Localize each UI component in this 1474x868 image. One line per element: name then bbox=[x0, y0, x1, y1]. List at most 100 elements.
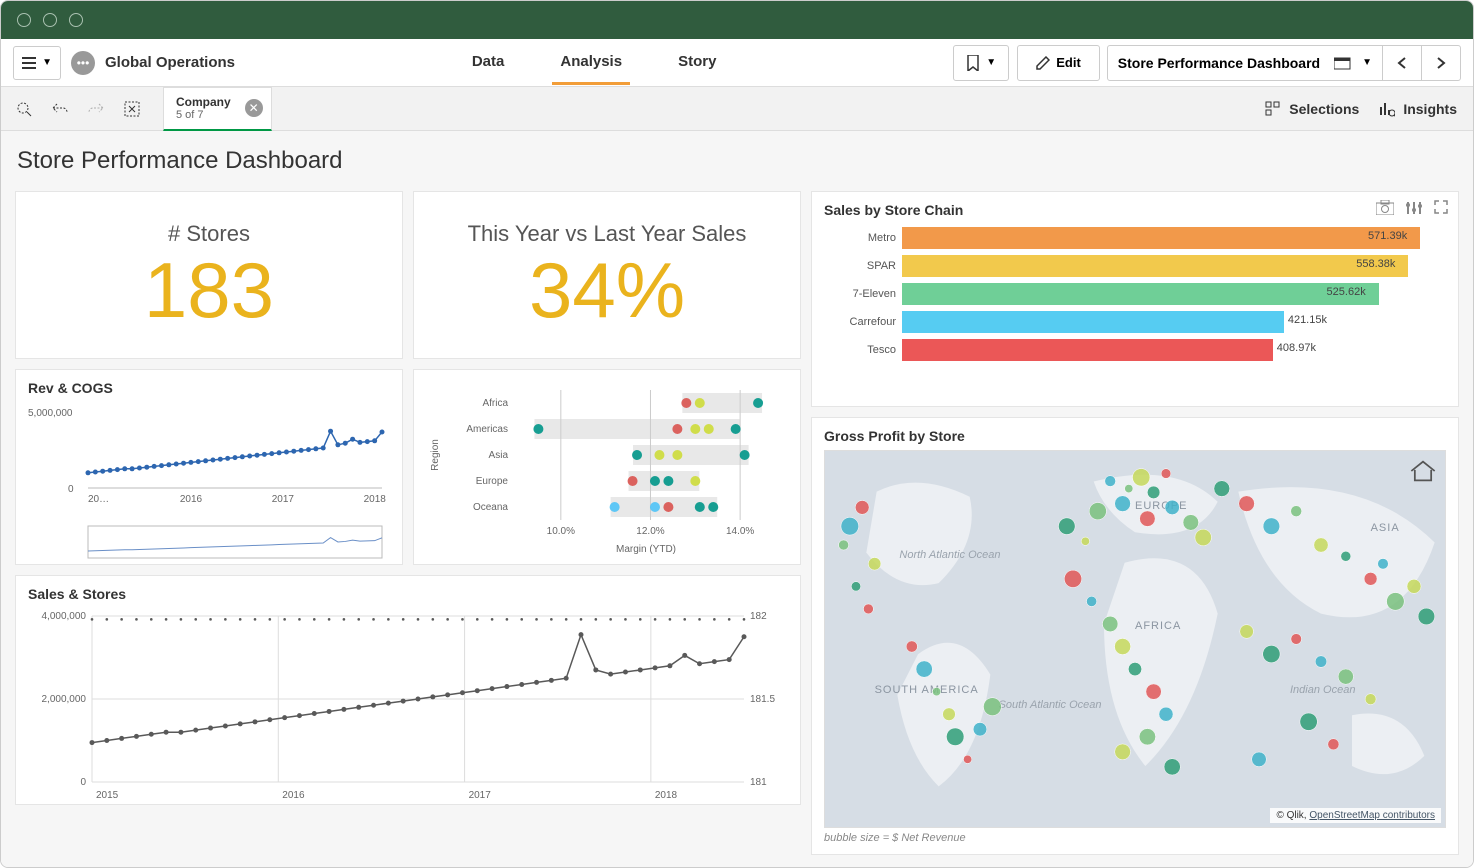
chain-bar-value: 525.62k bbox=[1327, 286, 1366, 298]
insights-button[interactable]: Insights bbox=[1379, 101, 1457, 117]
chain-bar-row[interactable]: 7-Eleven 525.62k bbox=[824, 280, 1446, 308]
selection-bar: Company 5 of 7 ✕ Selections Insights bbox=[1, 87, 1473, 131]
selections-label: Selections bbox=[1289, 101, 1359, 117]
sales-stores-chart: 2015201620172018 02,000,0004,000,000 181… bbox=[28, 608, 788, 804]
clear-selection-icon bbox=[123, 100, 141, 118]
selection-tab-close[interactable]: ✕ bbox=[245, 99, 263, 117]
nav-analysis[interactable]: Analysis bbox=[552, 41, 630, 85]
smart-search-button[interactable] bbox=[9, 94, 39, 124]
selections-tool-button[interactable]: Selections bbox=[1265, 101, 1359, 117]
chain-bar-row[interactable]: SPAR 558.38k bbox=[824, 252, 1446, 280]
step-back-button[interactable] bbox=[45, 94, 75, 124]
svg-text:Asia: Asia bbox=[489, 450, 509, 461]
svg-text:14.0%: 14.0% bbox=[726, 526, 754, 537]
gross-profit-map-card[interactable]: Gross Profit by Store EUROPE AFRICA A bbox=[811, 417, 1459, 855]
sheet-prev-button[interactable] bbox=[1382, 45, 1422, 81]
sales-by-chain-title: Sales by Store Chain bbox=[824, 202, 1446, 218]
os-titlebar bbox=[1, 1, 1473, 39]
sheet-icon bbox=[1334, 56, 1352, 70]
rev-cogs-card[interactable]: Rev & COGS 5,000,000 0 20…201620172018 bbox=[15, 369, 403, 565]
svg-text:10.0%: 10.0% bbox=[547, 526, 575, 537]
insights-label: Insights bbox=[1403, 101, 1457, 117]
svg-text:Europe: Europe bbox=[476, 476, 509, 487]
chain-bar-label: 7-Eleven bbox=[824, 288, 896, 300]
map-canvas[interactable]: EUROPE AFRICA ASIA SOUTH AMERICA North A… bbox=[824, 450, 1446, 828]
sales-stores-card[interactable]: Sales & Stores 2015201620172018 02,000,0… bbox=[15, 575, 801, 805]
sheet-name: Store Performance Dashboard bbox=[1118, 55, 1320, 71]
redo-icon bbox=[87, 100, 105, 118]
hamburger-icon bbox=[22, 57, 36, 69]
nav-story[interactable]: Story bbox=[670, 41, 724, 85]
kpi-yoy-card[interactable]: This Year vs Last Year Sales 34% bbox=[413, 191, 801, 359]
selection-tab-company[interactable]: Company 5 of 7 ✕ bbox=[163, 87, 272, 131]
sales-stores-title: Sales & Stores bbox=[28, 586, 788, 602]
snapshot-icon[interactable] bbox=[1376, 200, 1394, 215]
chain-bar-label: SPAR bbox=[824, 260, 896, 272]
bookmark-button[interactable]: ▼ bbox=[953, 45, 1009, 81]
svg-text:2015: 2015 bbox=[96, 790, 119, 801]
svg-text:Region: Region bbox=[430, 439, 441, 471]
margin-region-chart: AfricaAmericasAsiaEuropeOceana10.0%12.0%… bbox=[426, 380, 786, 556]
kpi-yoy-label: This Year vs Last Year Sales bbox=[468, 221, 747, 247]
right-tools: ▼ Edit Store Performance Dashboard ▼ bbox=[953, 45, 1461, 81]
caret-down-icon: ▼ bbox=[1362, 57, 1372, 68]
top-toolbar: ▼ ••• Global Operations Data Analysis St… bbox=[1, 39, 1473, 87]
osm-link[interactable]: OpenStreetMap contributors bbox=[1309, 810, 1435, 821]
kpi-stores-card[interactable]: # Stores 183 bbox=[15, 191, 403, 359]
svg-text:2016: 2016 bbox=[282, 790, 305, 801]
bookmark-icon bbox=[966, 55, 980, 71]
page-title: Store Performance Dashboard bbox=[17, 147, 1459, 175]
home-icon[interactable] bbox=[1409, 459, 1437, 483]
search-selection-icon bbox=[15, 100, 33, 118]
app-window: ▼ ••• Global Operations Data Analysis St… bbox=[0, 0, 1474, 868]
undo-icon bbox=[51, 100, 69, 118]
svg-text:2017: 2017 bbox=[469, 790, 492, 801]
caret-down-icon: ▼ bbox=[986, 57, 996, 68]
window-max-dot[interactable] bbox=[69, 13, 83, 27]
nav-center: Data Analysis Story bbox=[245, 41, 943, 85]
svg-text:2018: 2018 bbox=[364, 494, 387, 505]
chain-bar-label: Metro bbox=[824, 232, 896, 244]
window-min-dot[interactable] bbox=[43, 13, 57, 27]
svg-text:5,000,000: 5,000,000 bbox=[28, 408, 73, 419]
chain-bar-row[interactable]: Metro 571.39k bbox=[824, 224, 1446, 252]
clear-all-button[interactable] bbox=[117, 94, 147, 124]
nav-data[interactable]: Data bbox=[464, 41, 513, 85]
exploration-icon[interactable] bbox=[1406, 200, 1422, 216]
sales-by-chain-card[interactable]: Sales by Store Chain Metro 571.39kSPAR 5… bbox=[811, 191, 1459, 407]
svg-text:Oceana: Oceana bbox=[473, 502, 508, 513]
svg-text:20…: 20… bbox=[88, 494, 109, 505]
svg-text:2,000,000: 2,000,000 bbox=[42, 694, 87, 705]
margin-region-card[interactable]: AfricaAmericasAsiaEuropeOceana10.0%12.0%… bbox=[413, 369, 801, 565]
map-bubbles bbox=[825, 451, 1445, 827]
chain-bars: Metro 571.39kSPAR 558.38k7-Eleven 525.62… bbox=[824, 224, 1446, 364]
rev-cogs-title: Rev & COGS bbox=[28, 380, 390, 396]
window-close-dot[interactable] bbox=[17, 13, 31, 27]
chain-bar-value: 421.15k bbox=[1288, 314, 1327, 326]
kpi-yoy-value: 34% bbox=[529, 251, 685, 329]
svg-text:Margin (YTD): Margin (YTD) bbox=[616, 544, 676, 555]
svg-text:2017: 2017 bbox=[272, 494, 295, 505]
edit-label: Edit bbox=[1056, 55, 1081, 70]
svg-text:182: 182 bbox=[750, 611, 767, 622]
fullscreen-icon[interactable] bbox=[1434, 200, 1448, 214]
edit-button[interactable]: Edit bbox=[1017, 45, 1100, 81]
step-forward-button bbox=[81, 94, 111, 124]
sheet-next-button[interactable] bbox=[1421, 45, 1461, 81]
rev-cogs-chart: 5,000,000 0 20…201620172018 bbox=[28, 402, 388, 562]
chain-bar-label: Carrefour bbox=[824, 316, 896, 328]
svg-text:181.5: 181.5 bbox=[750, 694, 775, 705]
svg-text:2018: 2018 bbox=[655, 790, 678, 801]
card-tools bbox=[1376, 200, 1448, 216]
chain-bar-value: 408.97k bbox=[1277, 342, 1316, 354]
menu-button[interactable]: ▼ bbox=[13, 46, 61, 80]
svg-text:2016: 2016 bbox=[180, 494, 203, 505]
dashboard-content: Store Performance Dashboard # Stores 183… bbox=[1, 131, 1473, 867]
sheet-dropdown-button[interactable]: Store Performance Dashboard ▼ bbox=[1107, 45, 1383, 81]
chain-bar-row[interactable]: Tesco 408.97k bbox=[824, 336, 1446, 364]
svg-text:Americas: Americas bbox=[466, 424, 508, 435]
caret-down-icon: ▼ bbox=[42, 57, 52, 68]
kpi-stores-label: # Stores bbox=[168, 221, 250, 247]
svg-text:12.0%: 12.0% bbox=[636, 526, 664, 537]
chain-bar-row[interactable]: Carrefour 421.15k bbox=[824, 308, 1446, 336]
